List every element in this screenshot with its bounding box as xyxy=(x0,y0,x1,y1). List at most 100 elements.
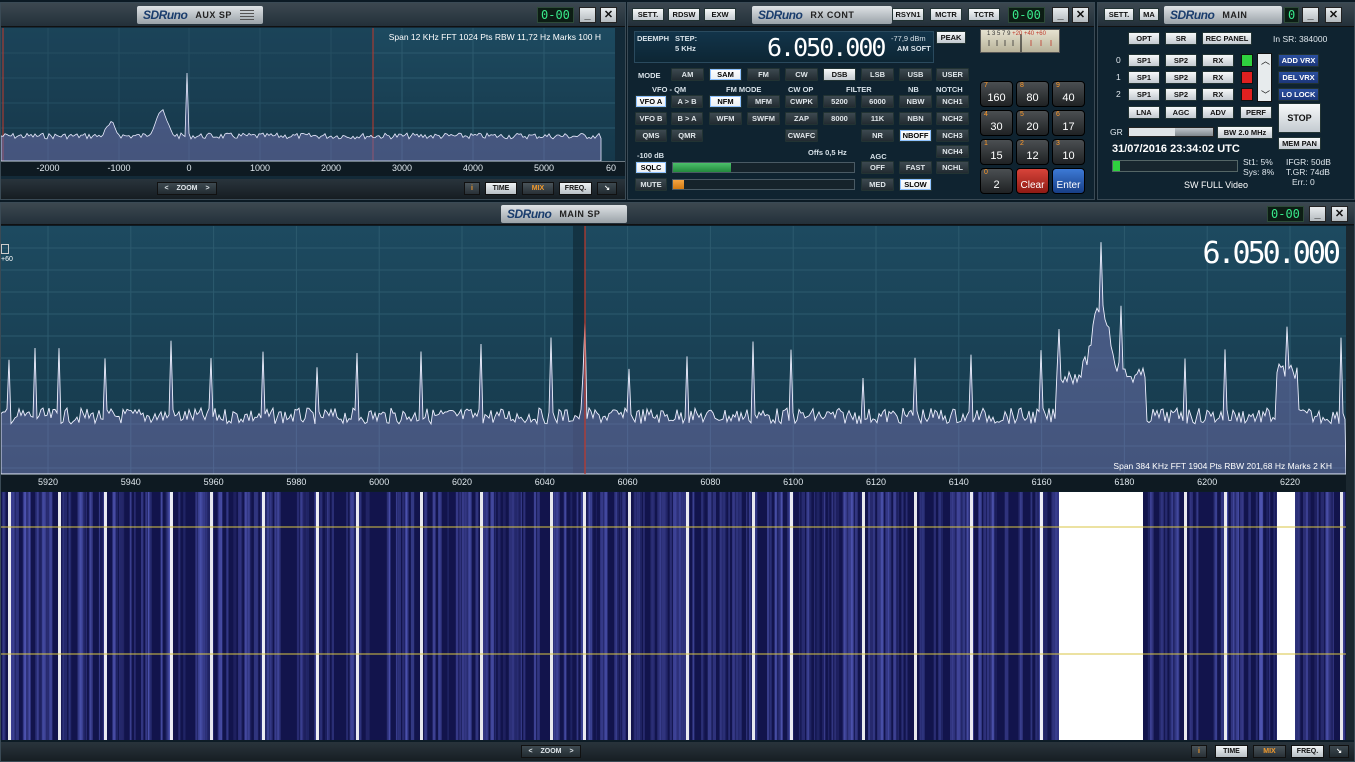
perf-button[interactable]: PERF xyxy=(1240,106,1272,119)
main-sp-frequency[interactable]: 6.050.000 xyxy=(1202,236,1341,271)
rx-control-titlebar[interactable]: SETT. RDSW EXW SDRuno RX CONT RSYN1 MCTR… xyxy=(628,3,1094,27)
keypad-2[interactable]: 02 xyxy=(980,168,1013,194)
keypad-12[interactable]: 2 12 xyxy=(1016,139,1049,165)
rsyn-button[interactable]: RSYN1 xyxy=(892,8,924,21)
vfo-frequency[interactable]: 6.050.000 xyxy=(767,33,886,62)
chevron-left-icon[interactable]: < xyxy=(164,185,168,192)
sr-button[interactable]: SR xyxy=(1165,32,1197,45)
agc-fast-button[interactable]: FAST xyxy=(899,161,932,174)
mode-lsb-button[interactable]: LSB xyxy=(861,68,894,81)
filter-11k-button[interactable]: 11K xyxy=(861,112,894,125)
time-button[interactable]: TIME xyxy=(485,182,517,195)
deemph-label[interactable]: DEEMPH xyxy=(637,34,669,43)
vrx2-sp1-button[interactable]: SP1 xyxy=(1128,88,1160,101)
main-freq-axis[interactable]: 5920 5940 5960 5980 6000 6020 6040 6060 6080 6100… xyxy=(1,474,1346,491)
tctr-button[interactable]: TCTR xyxy=(968,8,1000,21)
mfm-button[interactable]: MFM xyxy=(747,95,780,108)
vrx1-sp2-button[interactable]: SP2 xyxy=(1165,71,1197,84)
ma-button[interactable]: MA xyxy=(1139,8,1159,21)
wfm-button[interactable]: WFM xyxy=(709,112,742,125)
volume-slider[interactable] xyxy=(672,179,855,190)
lo-lock-button[interactable]: LO LOCK xyxy=(1278,88,1319,101)
qms-button[interactable]: QMS xyxy=(635,129,667,142)
spectrum-level-handle[interactable] xyxy=(1,244,9,254)
minimize-button[interactable]: _ xyxy=(1309,206,1326,222)
mute-button[interactable]: MUTE xyxy=(635,178,667,191)
gain-reduction-slider[interactable] xyxy=(1128,127,1214,137)
freq-button[interactable]: FREQ. xyxy=(1291,745,1324,758)
keypad-10[interactable]: 3 10 xyxy=(1052,139,1085,165)
keypad-80[interactable]: 8 80 xyxy=(1016,81,1049,107)
nbn-button[interactable]: NBN xyxy=(899,112,932,125)
bandwidth-select[interactable]: BW 2.0 MHz xyxy=(1217,126,1273,139)
filter-6000-button[interactable]: 6000 xyxy=(861,95,894,108)
add-vrx-button[interactable]: ADD VRX xyxy=(1278,54,1319,67)
nch1-button[interactable]: NCH1 xyxy=(936,95,969,108)
enter-button[interactable]: Enter xyxy=(1052,168,1085,194)
b-to-a-button[interactable]: B > A xyxy=(671,112,703,125)
waterfall-display[interactable] xyxy=(1,492,1346,740)
agc-button[interactable]: AGC xyxy=(1165,106,1197,119)
vrx-scrollbar[interactable]: ︿ ﹀ xyxy=(1257,53,1272,102)
time-button[interactable]: TIME xyxy=(1215,745,1248,758)
adv-button[interactable]: ADV xyxy=(1202,106,1234,119)
chevron-up-icon[interactable]: ︿ xyxy=(1261,54,1270,67)
close-button[interactable]: ✕ xyxy=(600,7,617,23)
nbw-button[interactable]: NBW xyxy=(899,95,932,108)
nfm-button[interactable]: NFM xyxy=(709,95,742,108)
clear-button[interactable]: Clear xyxy=(1016,168,1049,194)
nboff-button[interactable]: NBOFF xyxy=(899,129,932,142)
cwpk-button[interactable]: CWPK xyxy=(785,95,818,108)
mode-am-button[interactable]: AM xyxy=(671,68,704,81)
step-value[interactable]: 5 KHz xyxy=(675,44,696,53)
del-vrx-button[interactable]: DEL VRX xyxy=(1278,71,1319,84)
peak-button[interactable]: PEAK xyxy=(936,31,966,44)
a-to-b-button[interactable]: A > B xyxy=(671,95,703,108)
nch3-button[interactable]: NCH3 xyxy=(936,129,969,142)
chevron-left-icon[interactable]: < xyxy=(528,748,532,755)
chevron-down-icon[interactable]: ﹀ xyxy=(1261,88,1270,101)
vrx2-sp2-button[interactable]: SP2 xyxy=(1165,88,1197,101)
nch4-button[interactable]: NCH4 xyxy=(936,145,969,158)
aux-spectrum[interactable]: Span 12 KHz FFT 1024 Pts RBW 11,72 Hz Ma… xyxy=(1,28,615,161)
keypad-160[interactable]: 7 160 xyxy=(980,81,1013,107)
aux-zoom-control[interactable]: < ZOOM > xyxy=(157,182,217,195)
settings-button[interactable]: SETT. xyxy=(632,8,664,21)
vrx2-rx-button[interactable]: RX xyxy=(1202,88,1234,101)
vrx1-rx-button[interactable]: RX xyxy=(1202,71,1234,84)
chevron-right-icon[interactable]: > xyxy=(205,185,209,192)
filter-5200-button[interactable]: 5200 xyxy=(823,95,856,108)
vrx0-rx-button[interactable]: RX xyxy=(1202,54,1234,67)
agc-slow-button[interactable]: SLOW xyxy=(899,178,932,191)
chevron-right-icon[interactable]: > xyxy=(569,748,573,755)
mode-cw-button[interactable]: CW xyxy=(785,68,818,81)
mode-dsb-button[interactable]: DSB xyxy=(823,68,856,81)
freq-button[interactable]: FREQ. xyxy=(559,182,592,195)
exw-button[interactable]: EXW xyxy=(704,8,736,21)
vrx1-sp1-button[interactable]: SP1 xyxy=(1128,71,1160,84)
filter-8000-button[interactable]: 8000 xyxy=(823,112,856,125)
vfo-a-button[interactable]: VFO A xyxy=(635,95,667,108)
keypad-17[interactable]: 6 17 xyxy=(1052,110,1085,136)
keypad-40[interactable]: 9 40 xyxy=(1052,81,1085,107)
vfo-b-button[interactable]: VFO B xyxy=(635,112,667,125)
qmr-button[interactable]: QMR xyxy=(671,129,703,142)
swfm-button[interactable]: SWFM xyxy=(747,112,780,125)
vrx0-sp2-button[interactable]: SP2 xyxy=(1165,54,1197,67)
mem-pan-button[interactable]: MEM PAN xyxy=(1278,137,1321,150)
close-button[interactable]: ✕ xyxy=(1325,7,1342,23)
agc-off-button[interactable]: OFF xyxy=(861,161,894,174)
minimize-button[interactable]: _ xyxy=(579,7,596,23)
squelch-slider[interactable] xyxy=(672,162,855,173)
main-zoom-control[interactable]: < ZOOM > xyxy=(521,745,581,758)
main-settings-button[interactable]: SETT. xyxy=(1104,8,1134,21)
sqlc-button[interactable]: SQLC xyxy=(635,161,667,174)
mix-button[interactable]: MIX xyxy=(522,182,554,195)
frequency-display[interactable]: DEEMPH STEP: 5 KHz 6.050.000 -77,9 dBm A… xyxy=(634,31,934,63)
main-panel-titlebar[interactable]: SETT. MA SDRuno MAIN 0 _ ✕ xyxy=(1098,3,1354,27)
nr-button[interactable]: NR xyxy=(861,129,894,142)
aux-freq-axis[interactable]: -2000 -1000 0 1000 2000 3000 4000 5000 6… xyxy=(1,161,625,176)
lna-button[interactable]: LNA xyxy=(1128,106,1160,119)
aux-sp-titlebar[interactable]: SDRuno AUX SP 0-00 _ ✕ xyxy=(1,3,625,27)
close-button[interactable]: ✕ xyxy=(1072,7,1089,23)
